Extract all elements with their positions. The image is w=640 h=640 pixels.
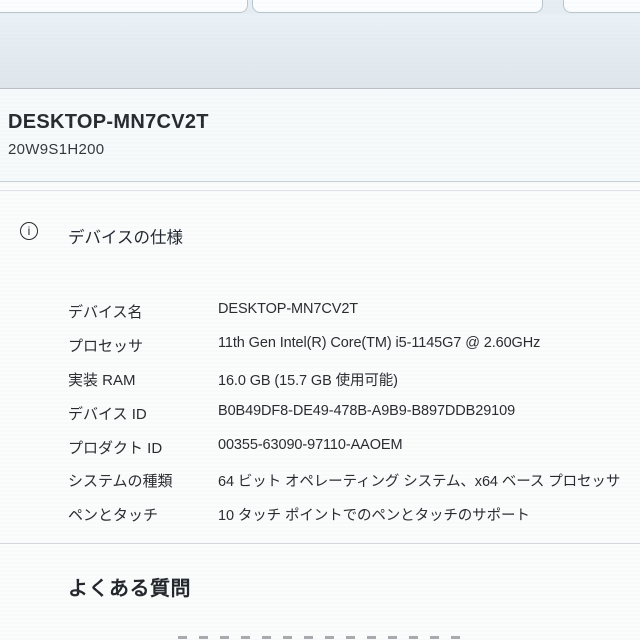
tile-card-left[interactable]: [0, 0, 248, 13]
spec-row-device-id: デバイス ID B0B49DF8-DE49-478B-A9B9-B897DDB2…: [0, 403, 640, 425]
tile-card-right[interactable]: [563, 0, 640, 13]
device-specs-title: デバイスの仕様: [68, 229, 184, 247]
spec-value: 64 ビット オペレーティング システム、x64 ベース プロセッサ: [218, 474, 621, 490]
spec-value: B0B49DF8-DE49-478B-A9B9-B897DDB29109: [218, 403, 516, 419]
info-circle-icon: i: [20, 222, 38, 240]
spec-label: ペンとタッチ: [68, 507, 159, 524]
device-name-heading: DESKTOP-MN7CV2T: [8, 111, 209, 133]
top-tiles-strip: [0, 0, 640, 14]
spec-label: 実装 RAM: [68, 372, 136, 389]
spec-value: 11th Gen Intel(R) Core(TM) i5-1145G7 @ 2…: [218, 335, 541, 351]
spec-value: DESKTOP-MN7CV2T: [218, 301, 359, 317]
spec-label: プロセッサ: [68, 338, 144, 355]
spec-value: 00355-63090-97110-AAOEM: [218, 437, 403, 453]
spec-row-device-name: デバイス名 DESKTOP-MN7CV2T: [0, 301, 640, 323]
spec-value: 16.0 GB (15.7 GB 使用可能): [218, 373, 398, 389]
faq-section-title: よくある質問: [68, 578, 191, 600]
clipped-text-fragment: [178, 636, 463, 639]
spec-row-system-type: システムの種類 64 ビット オペレーティング システム、x64 ベース プロセ…: [0, 470, 640, 492]
spec-row-ram: 実装 RAM 16.0 GB (15.7 GB 使用可能): [0, 369, 640, 391]
spec-row-product-id: プロダクト ID 00355-63090-97110-AAOEM: [0, 437, 640, 459]
spec-value: 10 タッチ ポイントでのペンとタッチのサポート: [218, 508, 530, 524]
spec-row-pen-touch: ペンとタッチ 10 タッチ ポイントでのペンとタッチのサポート: [0, 504, 640, 526]
device-specs-section-header: i デバイスの仕様: [0, 218, 640, 247]
spec-label: システムの種類: [68, 473, 173, 490]
tile-card-middle[interactable]: [252, 0, 543, 13]
header-divider: [0, 181, 640, 182]
header-banner-band: [0, 14, 640, 89]
about-settings-page: DESKTOP-MN7CV2T 20W9S1H200 i デバイスの仕様 デバイ…: [0, 0, 640, 640]
spec-label: デバイス ID: [68, 406, 147, 423]
header-divider-shadow: [0, 190, 640, 191]
spec-row-processor: プロセッサ 11th Gen Intel(R) Core(TM) i5-1145…: [0, 335, 640, 357]
device-header: DESKTOP-MN7CV2T 20W9S1H200: [0, 89, 640, 181]
faq-section-divider: [0, 543, 640, 544]
device-serial-number: 20W9S1H200: [8, 141, 105, 158]
spec-label: デバイス名: [68, 304, 143, 321]
spec-label: プロダクト ID: [68, 440, 163, 457]
